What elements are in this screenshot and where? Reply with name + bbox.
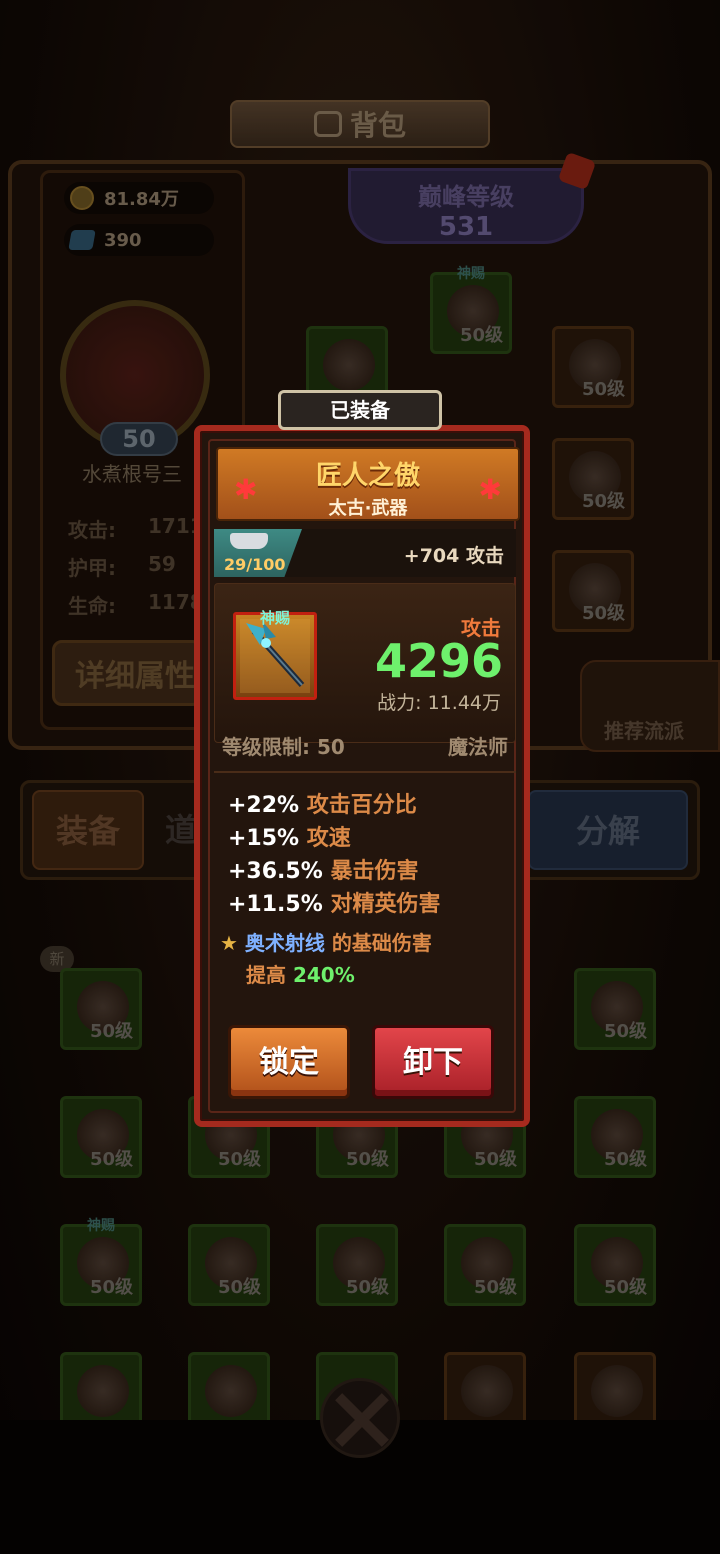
item-name-banner: ✱ 匠人之傲 太古·武器 ✱ bbox=[216, 447, 520, 521]
star-icon: ★ bbox=[220, 931, 238, 955]
anvil-icon bbox=[230, 533, 268, 549]
skill-percent: 240% bbox=[292, 963, 355, 987]
combat-power: 战力: 11.44万 bbox=[377, 692, 501, 714]
attribute-value: +11.5% bbox=[228, 892, 323, 917]
attribute-value: +36.5% bbox=[228, 859, 323, 884]
attribute-value: +15% bbox=[228, 826, 300, 851]
skill-bonus: ★ 奥术射线 的基础伤害 提高 240% bbox=[220, 927, 432, 991]
enhance-bar: 29/100 +704 攻击 bbox=[214, 529, 516, 577]
skill-text: 的基础伤害 bbox=[324, 931, 432, 955]
attribute-value: +22% bbox=[228, 793, 300, 818]
skill-name: 奥术射线 bbox=[244, 931, 325, 955]
game-screen: 背包 81.84万 390 50 水煮根号三 攻击: 1711 护甲: 59 生… bbox=[0, 0, 720, 1554]
staff-icon: 神赐 bbox=[233, 609, 317, 700]
requirement-row: 等级限制: 50 魔法师 bbox=[214, 731, 516, 767]
main-stat-panel: 神赐 攻击 4296 战力: 11.44万 bbox=[214, 583, 516, 743]
lock-button[interactable]: 锁定 bbox=[228, 1025, 350, 1099]
attribute-line: +22% 攻击百分比 bbox=[228, 787, 417, 819]
divider bbox=[214, 771, 516, 773]
star-icon: ✱ bbox=[234, 473, 258, 506]
star-icon: ✱ bbox=[478, 473, 502, 506]
attribute-name: 攻击百分比 bbox=[306, 793, 417, 818]
enhance-count: 29/100 bbox=[224, 555, 286, 574]
equipped-label: 已装备 bbox=[278, 390, 442, 430]
attribute-name: 暴击伤害 bbox=[330, 859, 419, 884]
item-icon-tag: 神赐 bbox=[260, 609, 291, 627]
unequip-button[interactable]: 卸下 bbox=[372, 1025, 494, 1099]
class-requirement: 魔法师 bbox=[448, 735, 508, 759]
main-stat-value: 4296 bbox=[374, 634, 503, 688]
enhance-bonus: +704 攻击 bbox=[403, 545, 504, 567]
attribute-line: +11.5% 对精英伤害 bbox=[228, 886, 440, 918]
skill-text: 提高 bbox=[246, 963, 293, 987]
item-subtitle: 太古·武器 bbox=[328, 498, 408, 519]
item-name: 匠人之傲 bbox=[315, 461, 420, 491]
attribute-name: 对精英伤害 bbox=[330, 892, 441, 917]
attribute-line: +36.5% 暴击伤害 bbox=[228, 853, 418, 885]
attribute-line: +15% 攻速 bbox=[228, 820, 351, 852]
level-requirement: 等级限制: 50 bbox=[222, 735, 345, 759]
attribute-name: 攻速 bbox=[306, 826, 351, 851]
item-detail-popup: ✱ 匠人之傲 太古·武器 ✱ 29/100 +704 攻击 神赐 攻击 4296… bbox=[194, 425, 530, 1127]
